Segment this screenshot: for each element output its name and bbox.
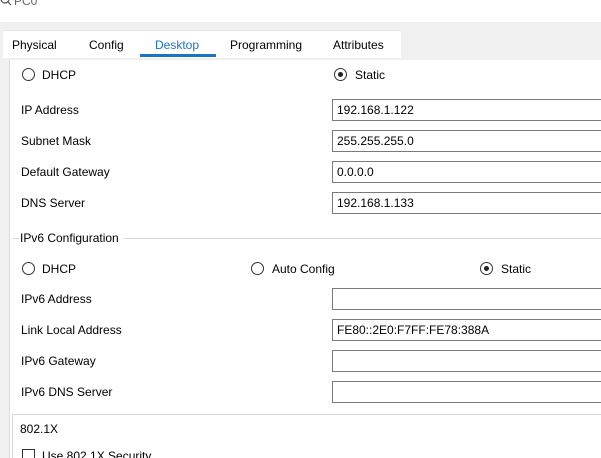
dot1x-group-border (12, 414, 601, 415)
ipv4-dhcp-radio[interactable] (22, 68, 35, 81)
ipv4-static-label: Static (355, 68, 386, 82)
tab-config[interactable]: Config (89, 38, 124, 52)
default-gateway-field[interactable]: 0.0.0.0 (332, 161, 601, 183)
subnet-mask-field[interactable]: 255.255.255.0 (332, 130, 601, 152)
default-gateway-label: Default Gateway (21, 165, 110, 179)
ipv6-static-radio[interactable] (480, 262, 493, 275)
tab-programming[interactable]: Programming (230, 38, 302, 52)
ipv6-dns-server-label: IPv6 DNS Server (21, 385, 113, 399)
link-local-address-label: Link Local Address (21, 323, 122, 337)
subnet-mask-label: Subnet Mask (21, 134, 92, 148)
dns-server-label: DNS Server (21, 196, 86, 210)
dns-server-field[interactable]: 192.168.1.133 (332, 192, 601, 214)
link-local-address-field[interactable]: FE80::2E0:F7FF:FE78:388A (332, 319, 601, 341)
ipv6-address-label: IPv6 Address (21, 292, 92, 306)
ipv6-dns-server-field[interactable] (332, 381, 601, 403)
tab-physical[interactable]: Physical (12, 38, 57, 52)
ip-address-label: IP Address (21, 103, 79, 117)
ipv4-static-radio[interactable] (334, 68, 347, 81)
title-bar: PC0 (0, 0, 601, 22)
ipv6-gateway-label: IPv6 Gateway (21, 354, 96, 368)
ipv6-static-label: Static (501, 262, 532, 276)
ipv6-address-field[interactable] (332, 288, 601, 310)
use-8021x-checkbox[interactable] (22, 449, 35, 458)
ipv6-auto-config-label: Auto Config (272, 262, 335, 276)
ipv6-gateway-field[interactable] (332, 350, 601, 372)
dot1x-group-title: 802.1X (20, 422, 63, 436)
tab-attributes[interactable]: Attributes (333, 38, 384, 52)
ipv4-dhcp-label: DHCP (42, 68, 77, 82)
window-title: PC0 (14, 0, 38, 8)
ipv6-auto-config-radio[interactable] (251, 262, 264, 275)
active-tab-indicator (140, 54, 216, 57)
ipv6-dhcp-label: DHCP (42, 262, 77, 276)
ip-address-field[interactable]: 192.168.1.122 (332, 99, 601, 121)
dot1x-group-left-border (12, 414, 13, 458)
use-8021x-label: Use 802.1X Security (42, 449, 152, 458)
ipv6-group-title: IPv6 Configuration (20, 231, 123, 245)
ipv6-dhcp-radio[interactable] (22, 262, 35, 275)
pc-icon (0, 0, 12, 6)
tab-desktop[interactable]: Desktop (155, 38, 199, 52)
